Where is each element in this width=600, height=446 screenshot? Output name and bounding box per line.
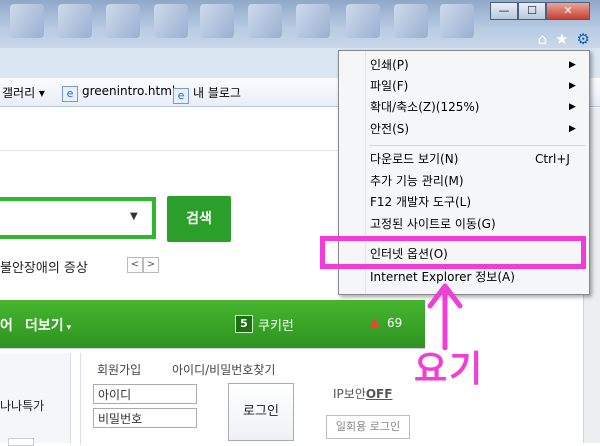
- window-controls: — ☐ ✕: [490, 2, 590, 20]
- home-icon[interactable]: ⌂: [538, 30, 548, 48]
- annotation-text: 요기: [414, 349, 485, 390]
- menu-item-label: 고정된 사이트로 이동(G): [370, 217, 496, 231]
- prev-button[interactable]: <: [127, 257, 143, 273]
- trend-count: 69: [387, 316, 403, 330]
- tab-icon[interactable]: [10, 4, 44, 38]
- favorite-link-blog[interactable]: e 내 블로그: [173, 84, 241, 104]
- menu-item-label: 추가 기능 관리(M): [370, 174, 464, 188]
- menu-item-pinned-sites[interactable]: 고정된 사이트로 이동(G): [339, 214, 589, 235]
- favorite-label: greenintro.html: [82, 84, 176, 98]
- maximize-button[interactable]: ☐: [518, 2, 546, 20]
- headline-text[interactable]: 불안장애의 증상: [0, 257, 88, 276]
- menu-separator: [369, 145, 585, 146]
- ie-icon: e: [62, 86, 78, 102]
- rank-badge: 5: [235, 315, 253, 333]
- ip-security-state: OFF: [365, 387, 393, 401]
- submenu-arrow-icon: ▶: [569, 81, 576, 91]
- menu-item-label: F12 개발자 도구(L): [370, 195, 472, 209]
- favorite-label: 내 블로그: [193, 86, 241, 100]
- minimize-button[interactable]: —: [490, 2, 518, 20]
- login-area: 나나특가 회원가입 아이디/비밀번호찾기 아이디 비밀번호 로그인 IP보안OF…: [0, 348, 425, 446]
- trending-keyword[interactable]: 쿠키런: [258, 315, 294, 334]
- command-icons: ⌂ ★ ⚙: [538, 30, 590, 48]
- tab-icon[interactable]: [248, 4, 282, 38]
- side-panel: 나나특가: [0, 353, 71, 446]
- menu-item-downloads[interactable]: 다운로드 보기(N) Ctrl+J: [339, 149, 589, 170]
- menu-item-zoom[interactable]: 확대/축소(Z)(125%) ▶: [339, 97, 589, 118]
- pager: < >: [127, 257, 159, 273]
- menu-item-label: 확대/축소(Z)(125%): [370, 100, 480, 114]
- menu-item-label: 인쇄(P): [370, 58, 409, 72]
- chevron-down-icon[interactable]: ▼: [130, 211, 138, 222]
- password-field[interactable]: 비밀번호: [93, 408, 197, 428]
- menu-item-shortcut: Ctrl+J: [535, 152, 570, 166]
- menu-item-print[interactable]: 인쇄(P) ▶: [339, 55, 589, 76]
- search-button[interactable]: 검색: [167, 196, 231, 242]
- nav-bar: 어 더보기 ▾ 5 쿠키런 ▲ 69: [0, 300, 425, 348]
- more-menu[interactable]: 더보기 ▾: [25, 315, 71, 335]
- menu-item-safety[interactable]: 안전(S) ▶: [339, 119, 589, 140]
- ip-security-toggle[interactable]: IP보안OFF: [333, 385, 392, 402]
- menu-item-label: 다운로드 보기(N): [370, 152, 459, 166]
- menu-item-devtools[interactable]: F12 개발자 도구(L): [339, 192, 589, 213]
- tab-icon[interactable]: [296, 4, 330, 38]
- id-field[interactable]: 아이디: [93, 384, 197, 404]
- nav-item[interactable]: 어: [0, 315, 13, 335]
- menu-item-label: 안전(S): [370, 122, 410, 136]
- login-button[interactable]: 로그인: [228, 383, 294, 441]
- up-arrow-icon: ▲: [370, 315, 380, 329]
- one-time-login-button[interactable]: 일회용 로그인: [326, 415, 410, 439]
- star-icon[interactable]: ★: [555, 30, 568, 48]
- favorite-link-greenintro[interactable]: e greenintro.html: [62, 84, 175, 102]
- highlight-box: [320, 236, 586, 269]
- tab-icon[interactable]: [58, 4, 92, 38]
- tab-icon[interactable]: [346, 4, 380, 38]
- tab-icon[interactable]: [200, 4, 234, 38]
- submenu-arrow-icon: ▶: [569, 124, 576, 134]
- favorites-gallery[interactable]: 갤러리 ▾: [2, 84, 45, 101]
- submenu-arrow-icon: ▶: [569, 102, 576, 112]
- signup-link[interactable]: 회원가입: [97, 361, 141, 378]
- ie-icon: e: [173, 88, 189, 104]
- tab-icon[interactable]: [440, 4, 474, 38]
- side-widget: [8, 438, 34, 446]
- title-bar: — ☐ ✕ ⌂ ★ ⚙: [0, 0, 600, 48]
- close-button[interactable]: ✕: [546, 2, 590, 20]
- menu-item-file[interactable]: 파일(F) ▶: [339, 76, 589, 97]
- gear-icon[interactable]: ⚙: [577, 30, 590, 48]
- tab-icon[interactable]: [394, 4, 428, 38]
- find-account-link[interactable]: 아이디/비밀번호찾기: [172, 361, 275, 378]
- ip-security-label: IP보안: [333, 387, 366, 401]
- submenu-arrow-icon: ▶: [569, 60, 576, 70]
- tab-icon[interactable]: [154, 4, 188, 38]
- menu-item-label: 파일(F): [370, 79, 409, 93]
- tab-icon[interactable]: [106, 4, 140, 38]
- more-label: 더보기: [25, 318, 64, 334]
- search-input[interactable]: ▼: [0, 197, 156, 239]
- menu-item-addons[interactable]: 추가 기능 관리(M): [339, 171, 589, 192]
- side-text: 나나특가: [0, 399, 45, 413]
- next-button[interactable]: >: [143, 257, 159, 273]
